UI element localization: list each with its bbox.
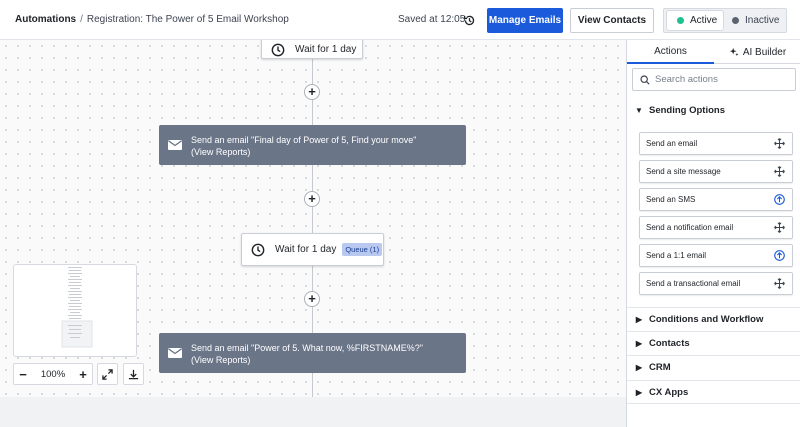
add-step-button[interactable]: +	[304, 291, 320, 307]
section-label: Conditions and Workflow	[649, 314, 764, 325]
action-send-email[interactable]: Send an email	[639, 132, 793, 155]
view-contacts-button[interactable]: View Contacts	[570, 8, 654, 33]
section-conditions-workflow[interactable]: ▶ Conditions and Workflow	[627, 307, 800, 331]
chevron-right-icon: ▶	[635, 339, 643, 348]
canvas-footer-area	[0, 397, 626, 427]
action-label: Send an email	[646, 139, 698, 148]
breadcrumb-automations[interactable]: Automations	[15, 14, 76, 25]
wait-step-label: Wait for 1 day	[275, 244, 337, 255]
section-cx-apps[interactable]: ▶ CX Apps	[627, 380, 800, 404]
move-icon	[774, 166, 785, 177]
canvas-minimap[interactable]	[13, 264, 137, 357]
tab-ai-builder[interactable]: AI Builder	[714, 40, 800, 64]
status-active-label: Active	[690, 15, 718, 26]
sparkle-icon	[729, 47, 739, 57]
add-step-button[interactable]: +	[304, 191, 320, 207]
section-label: Sending Options	[649, 104, 725, 116]
action-send-1to1-email[interactable]: Send a 1:1 email	[639, 244, 793, 267]
zoom-out-button[interactable]: −	[14, 367, 32, 382]
panel-tabs: Actions AI Builder	[627, 40, 800, 64]
tab-actions[interactable]: Actions	[627, 40, 714, 64]
upgrade-icon	[774, 194, 785, 205]
action-send-transactional-email[interactable]: Send a transactional email	[639, 272, 793, 295]
status-inactive-option[interactable]: Inactive	[729, 11, 779, 30]
breadcrumb: Automations / Registration: The Power of 5…	[15, 14, 289, 25]
add-step-button[interactable]: +	[304, 84, 320, 100]
status-active-option[interactable]: Active	[667, 11, 723, 30]
manage-emails-button[interactable]: Manage Emails	[487, 8, 563, 33]
clock-icon	[251, 243, 265, 256]
queue-badge[interactable]: Queue (1)	[342, 243, 383, 256]
move-icon	[774, 138, 785, 149]
chevron-right-icon: ▶	[635, 363, 643, 372]
zoom-level: 100%	[40, 368, 66, 380]
action-label: Send an SMS	[646, 195, 696, 204]
history-icon[interactable]	[463, 14, 476, 27]
envelope-icon	[168, 348, 182, 358]
chevron-down-icon: ▼	[635, 105, 643, 115]
status-toggle: Active Inactive	[663, 8, 787, 33]
search-actions-input[interactable]	[655, 74, 785, 85]
active-dot-icon	[677, 17, 684, 24]
inactive-dot-icon	[732, 17, 739, 24]
top-header: Automations / Registration: The Power of 5…	[0, 0, 800, 40]
wait-step-middle[interactable]: Wait for 1 day Queue (1)	[241, 233, 384, 266]
email-step-2[interactable]: Send an email "Power of 5. What now, %FI…	[159, 333, 466, 373]
download-icon	[128, 369, 139, 379]
move-icon	[774, 222, 785, 233]
tab-ai-builder-label: AI Builder	[742, 46, 787, 58]
action-send-site-message[interactable]: Send a site message	[639, 160, 793, 183]
zoom-in-button[interactable]: +	[74, 367, 92, 382]
zoom-control: − 100% +	[13, 363, 93, 385]
email-step-1[interactable]: Send an email "Final day of Power of 5, …	[159, 125, 466, 165]
move-icon	[774, 278, 785, 289]
email-step-label: Send an email "Power of 5. What now, %FI…	[191, 343, 423, 365]
clock-icon	[271, 43, 285, 56]
section-contacts[interactable]: ▶ Contacts	[627, 331, 800, 355]
section-label: CRM	[649, 362, 671, 373]
breadcrumb-current-page: Registration: The Power of 5 Email Works…	[86, 14, 289, 25]
status-inactive-label: Inactive	[745, 15, 780, 26]
action-label: Send a site message	[646, 167, 721, 176]
section-label: CX Apps	[649, 386, 689, 398]
section-sending-options[interactable]: ▼ Sending Options	[627, 98, 800, 122]
fit-to-screen-button[interactable]	[97, 363, 118, 385]
saved-status: Saved at 12:05	[398, 14, 466, 25]
minimap-preview	[61, 267, 93, 348]
wait-step-label: Wait for 1 day	[295, 44, 357, 55]
chevron-right-icon: ▶	[635, 315, 643, 324]
envelope-icon	[168, 140, 182, 150]
chevron-right-icon: ▶	[635, 387, 643, 397]
breadcrumb-separator: /	[80, 14, 83, 25]
search-icon	[640, 74, 650, 85]
search-actions-field[interactable]	[632, 68, 796, 91]
action-label: Send a 1:1 email	[646, 251, 707, 260]
action-label: Send a notification email	[646, 223, 734, 232]
section-crm[interactable]: ▶ CRM	[627, 355, 800, 379]
automation-canvas[interactable]: Wait for 1 day + Send an email "Final da…	[0, 40, 626, 397]
action-label: Send a transactional email	[646, 279, 741, 288]
wait-step-top[interactable]: Wait for 1 day	[261, 40, 363, 59]
expand-icon	[102, 368, 113, 380]
upgrade-icon	[774, 250, 785, 261]
action-send-sms[interactable]: Send an SMS	[639, 188, 793, 211]
action-send-notification-email[interactable]: Send a notification email	[639, 216, 793, 239]
section-label: Contacts	[649, 338, 690, 349]
download-button[interactable]	[123, 363, 144, 385]
email-step-label: Send an email "Final day of Power of 5, …	[191, 135, 417, 157]
actions-panel: Actions AI Builder ▼ Sending Options Sen…	[626, 40, 800, 427]
